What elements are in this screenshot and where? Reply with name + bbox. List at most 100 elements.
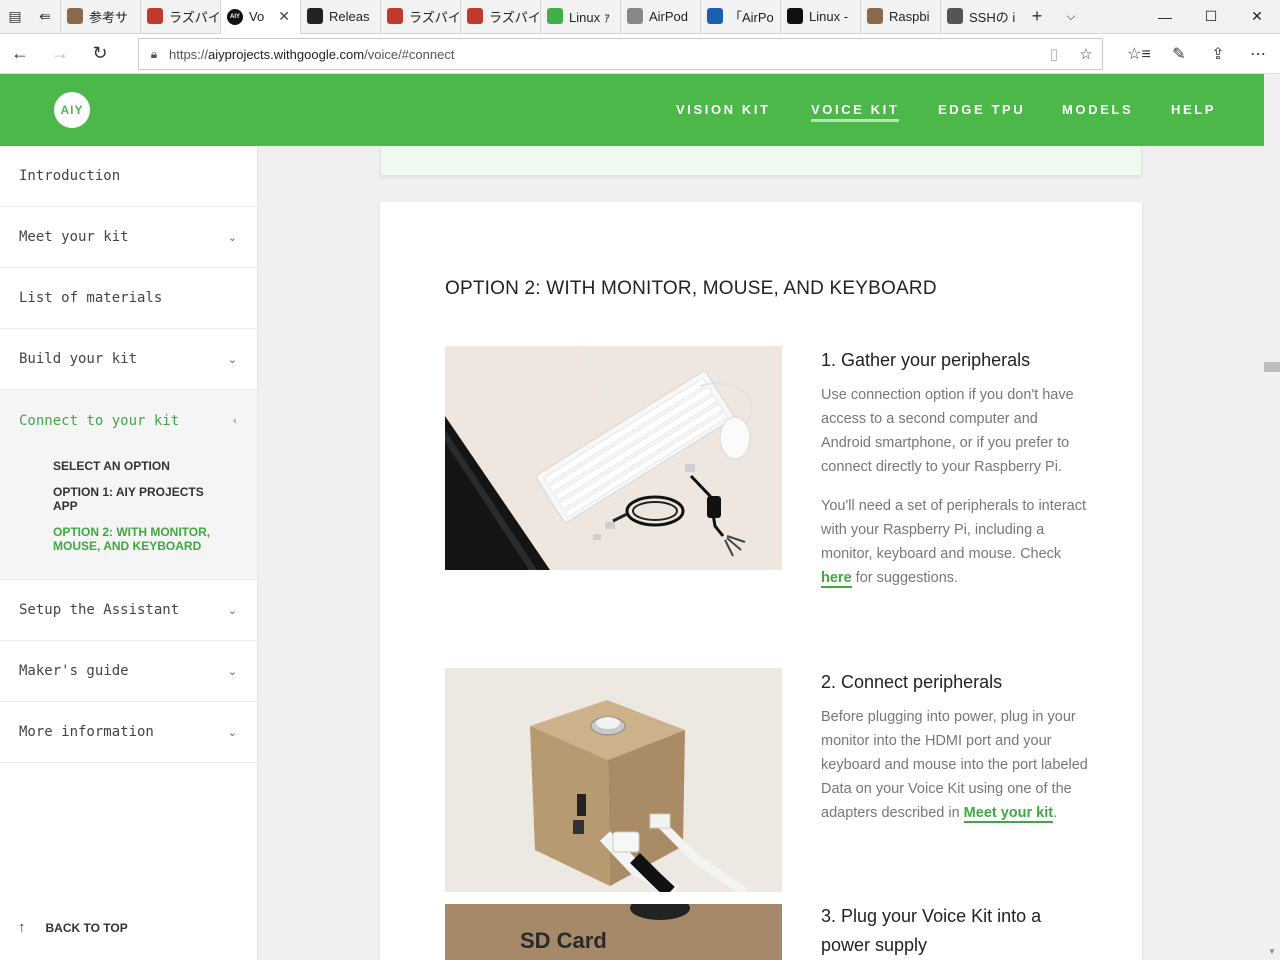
subnav-option-1[interactable]: OPTION 1: AIY PROJECTS APP <box>53 485 223 513</box>
tab-preview-chevron-icon[interactable]: ⌵ <box>1054 0 1088 34</box>
sidebar-item-label: Introduction <box>19 168 121 184</box>
browser-tab[interactable]: AirPod <box>620 0 700 33</box>
tab-favicon-icon <box>467 8 483 24</box>
step-2-title: 2. Connect peripherals <box>821 672 1003 692</box>
chevron-down-icon: ⌄ <box>227 603 237 617</box>
favorite-star-icon[interactable]: ☆ <box>1070 45 1102 63</box>
step-1-paragraph-1: Use connection option if you don't have … <box>821 387 1074 475</box>
content-card: OPTION 2: WITH MONITOR, MOUSE, AND KEYBO… <box>380 202 1142 960</box>
sidebar-item-setup-assistant[interactable]: Setup the Assistant ⌄ <box>0 580 257 641</box>
browser-tab[interactable]: ラズパイ <box>140 0 220 33</box>
web-note-icon[interactable]: ✎ <box>1159 34 1199 74</box>
chevron-down-icon: ⌄ <box>227 664 237 678</box>
page-scrollbar[interactable]: ▼ <box>1264 74 1280 960</box>
nav-help[interactable]: HELP <box>1171 102 1216 117</box>
chevron-down-icon: ⌄ <box>227 725 237 739</box>
sidebar-item-label: Setup the Assistant <box>19 602 180 618</box>
tab-label: Raspbi <box>889 8 930 24</box>
maximize-icon[interactable]: ☐ <box>1188 0 1234 34</box>
tab-favicon-icon <box>67 8 83 24</box>
sd-card-photo: SD Card <box>445 904 782 960</box>
tab-label: ラズパイ <box>169 9 220 25</box>
sidebar: Introduction Meet your kit ⌄ List of mate… <box>0 146 258 960</box>
back-to-top-link[interactable]: ↑ BACK TO TOP <box>18 919 128 936</box>
tab-favicon-icon <box>707 8 723 24</box>
nav-vision-kit[interactable]: VISION KIT <box>676 102 771 117</box>
browser-tab[interactable]: SSHの i <box>940 0 1020 33</box>
step-1-title: 1. Gather your peripherals <box>821 350 1031 370</box>
sidebar-item-label: Meet your kit <box>19 229 129 245</box>
browser-tab[interactable]: Raspbi <box>860 0 940 33</box>
tab-label: Linux - <box>809 8 849 24</box>
new-tab-icon[interactable]: + <box>1020 0 1054 34</box>
back-icon[interactable]: ← <box>0 34 40 74</box>
share-icon[interactable]: ⇪ <box>1198 34 1238 74</box>
sidebar-item-label: Connect to your kit <box>19 412 180 429</box>
browser-tab[interactable]: ラズパイ <box>460 0 540 33</box>
tab-label: SSHの i <box>969 9 1016 25</box>
browser-tab[interactable]: Releas <box>300 0 380 33</box>
scroll-down-icon[interactable]: ▼ <box>1268 947 1276 956</box>
sidebar-item-meet-your-kit[interactable]: Meet your kit ⌄ <box>0 207 257 268</box>
address-toolbar: ← → ↻ 🔒︎ https://aiyprojects.withgoogle.… <box>0 34 1280 74</box>
sidebar-item-label: More information <box>19 724 154 740</box>
here-link[interactable]: here <box>821 570 852 588</box>
subnav-select-option[interactable]: SELECT AN OPTION <box>53 459 223 473</box>
tab-favicon-icon <box>147 8 163 24</box>
more-icon[interactable]: ⋯ <box>1238 34 1278 74</box>
peripherals-photo <box>445 346 782 570</box>
tab-label: AirPod <box>649 8 689 24</box>
chevron-down-icon: ⌄ <box>227 352 237 366</box>
sidebar-item-list-of-materials[interactable]: List of materials <box>0 268 257 329</box>
browser-tab[interactable]: ラズパイ <box>380 0 460 33</box>
tab-favicon-icon <box>867 8 883 24</box>
scrollbar-thumb[interactable] <box>1264 362 1280 372</box>
browser-tab[interactable]: AIY Vo ✕ <box>220 0 300 34</box>
back-to-top-label: BACK TO TOP <box>45 920 128 935</box>
browser-tab[interactable]: Linux ｧ <box>540 0 620 33</box>
tab-favicon-icon <box>387 8 403 24</box>
aiy-logo[interactable]: AIY <box>54 92 90 128</box>
main-content: OPTION 2: WITH MONITOR, MOUSE, AND KEYBO… <box>258 146 1264 960</box>
address-bar[interactable]: 🔒︎ https://aiyprojects.withgoogle.com/vo… <box>138 38 1103 70</box>
tab-actions-icon[interactable]: ▤ <box>0 0 30 34</box>
sidebar-item-connect-to-your-kit[interactable]: Connect to your kit ‹ <box>0 390 257 451</box>
nav-models[interactable]: MODELS <box>1062 102 1133 117</box>
url-text[interactable]: https://aiyprojects.withgoogle.com/voice… <box>169 47 1038 62</box>
browser-tab[interactable]: Linux - <box>780 0 860 33</box>
sidebar-item-label: Build your kit <box>19 351 138 367</box>
tab-favicon-icon <box>947 8 963 24</box>
tab-favicon-icon <box>547 8 563 24</box>
sidebar-item-more-information[interactable]: More information ⌄ <box>0 702 257 763</box>
browser-tab-bar: ▤ ⇚ 参考サ ラズパイ AIY Vo ✕ Releas ラズパイ ラズパイ Linux ｧ Ai… <box>0 0 1280 34</box>
tab-favicon-icon <box>307 8 323 24</box>
tab-label: Vo <box>249 9 265 24</box>
close-tab-icon[interactable]: ✕ <box>278 8 290 25</box>
sidebar-item-introduction[interactable]: Introduction <box>0 146 257 207</box>
tab-label: ラズパイ <box>489 9 540 25</box>
forward-icon[interactable]: → <box>40 34 80 74</box>
sidebar-item-makers-guide[interactable]: Maker's guide ⌄ <box>0 641 257 702</box>
meet-your-kit-link[interactable]: Meet your kit <box>963 805 1054 823</box>
reading-view-icon[interactable]: ▯ <box>1038 45 1070 63</box>
subnav-option-2[interactable]: OPTION 2: WITH MONITOR, MOUSE, AND KEYBO… <box>53 525 223 553</box>
set-aside-tabs-icon[interactable]: ⇚ <box>30 0 60 34</box>
sidebar-item-build-your-kit[interactable]: Build your kit ⌄ <box>0 329 257 390</box>
step-2-paragraph: Before plugging into power, plug in your… <box>821 709 1088 823</box>
nav-edge-tpu[interactable]: EDGE TPU <box>938 102 1025 117</box>
sidebar-item-label: Maker's guide <box>19 663 129 679</box>
tab-label: ラズパイ <box>409 9 460 25</box>
previous-card-edge <box>380 146 1142 176</box>
arrow-up-icon: ↑ <box>18 919 26 936</box>
nav-voice-kit[interactable]: VOICE KIT <box>811 102 900 122</box>
browser-tab[interactable]: 参考サ <box>60 0 140 33</box>
favorites-hub-icon[interactable]: ☆≡ <box>1119 34 1159 74</box>
close-window-icon[interactable]: ✕ <box>1234 0 1280 34</box>
refresh-icon[interactable]: ↻ <box>80 34 120 74</box>
sidebar-item-label: List of materials <box>19 290 163 306</box>
browser-tab[interactable]: 「AirPo <box>700 0 780 33</box>
step-1: 1. Gather your peripherals Use connectio… <box>821 346 1091 605</box>
minimize-icon[interactable]: — <box>1142 0 1188 34</box>
section-heading: OPTION 2: WITH MONITOR, MOUSE, AND KEYBO… <box>445 278 937 299</box>
voice-kit-photo <box>445 668 782 892</box>
